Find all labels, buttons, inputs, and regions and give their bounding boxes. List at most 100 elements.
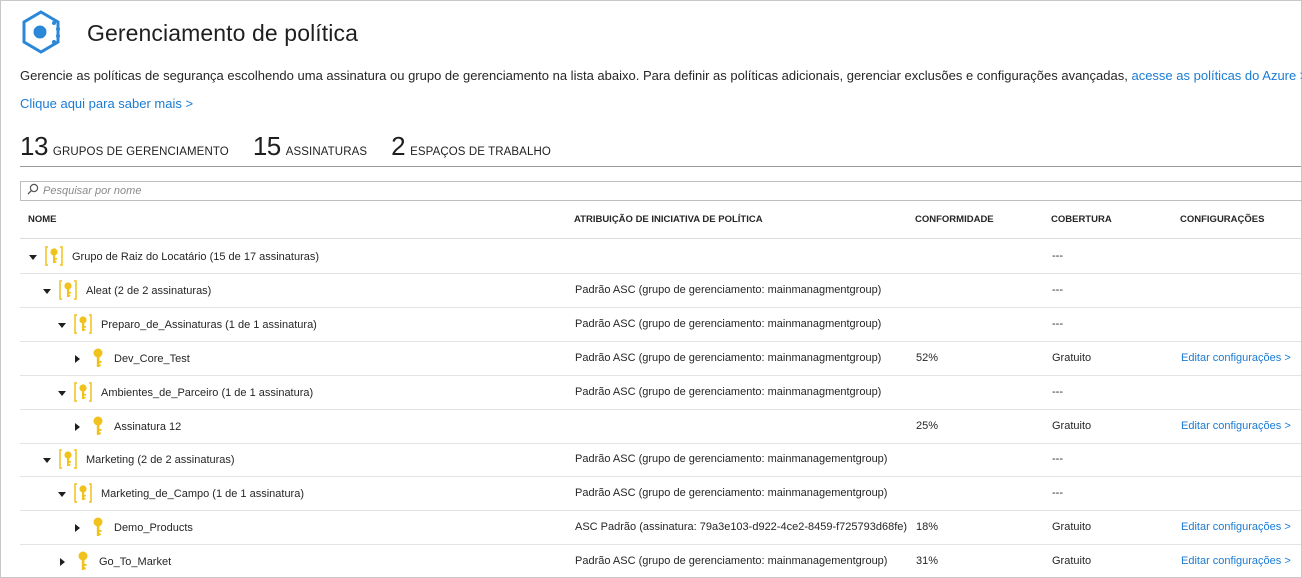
management-group-key-icon — [73, 313, 93, 338]
tree-cell: Preparo_de_Assinaturas (1 de 1 assinatur… — [55, 308, 317, 342]
edit-settings-link[interactable]: Editar configurações > — [1181, 521, 1291, 533]
stat-label: Grupos de gerenciamento — [52, 146, 229, 158]
search-box[interactable] — [20, 181, 1302, 201]
row-assignment: Padrão ASC (grupo de gerenciamento: main… — [575, 352, 882, 364]
row-assignment: Padrão ASC (grupo de gerenciamento: main… — [575, 487, 888, 499]
caret-down-icon[interactable] — [55, 318, 69, 332]
caret-right-icon[interactable] — [55, 555, 69, 569]
row-compliance: 52% — [916, 352, 939, 364]
stat-management-groups: 13 Grupos de gerenciamento — [20, 131, 229, 162]
summary-stats: 13 Grupos de gerenciamento 15 Assinatura… — [20, 131, 575, 162]
row-name: Grupo de Raiz do Locatário (15 de 17 ass… — [72, 251, 320, 263]
stats-divider — [20, 166, 1301, 167]
azure-policies-link[interactable]: acesse as políticas do Azure > — [1131, 68, 1302, 83]
row-compliance: 25% — [916, 420, 939, 432]
table-row[interactable]: Marketing_de_Campo (1 de 1 assinatura) P… — [20, 477, 1301, 511]
table-row[interactable]: Aleat (2 de 2 assinaturas) Padrão ASC (g… — [20, 274, 1301, 308]
security-center-icon — [21, 9, 65, 57]
row-coverage: --- — [1052, 487, 1063, 499]
column-header-name[interactable]: Nome — [28, 214, 57, 225]
tree-cell: Marketing (2 de 2 assinaturas) — [40, 443, 235, 477]
row-name: Demo_Products — [114, 522, 193, 534]
row-name: Dev_Core_Test — [114, 353, 190, 365]
edit-settings-link[interactable]: Editar configurações > — [1181, 352, 1291, 364]
caret-down-icon[interactable] — [40, 453, 54, 467]
tree-cell: Grupo de Raiz do Locatário (15 de 17 ass… — [26, 240, 319, 274]
stat-count: 13 — [20, 131, 48, 161]
row-compliance: 31% — [916, 555, 939, 567]
stat-label: Espaços de trabalho — [410, 146, 551, 158]
stat-subscriptions: 15 Assinaturas — [253, 131, 367, 162]
management-group-key-icon — [44, 245, 64, 270]
page-header: Gerenciamento de política — [21, 9, 358, 57]
table-row[interactable]: Grupo de Raiz do Locatário (15 de 17 ass… — [20, 240, 1301, 274]
row-coverage: --- — [1052, 386, 1063, 398]
row-coverage: --- — [1052, 318, 1063, 330]
table-header: Nome Atribuição de iniciativa de polític… — [20, 201, 1301, 239]
policy-management-panel: Gerenciamento de política Gerencie as po… — [0, 0, 1302, 578]
caret-right-icon[interactable] — [70, 521, 84, 535]
row-assignment: Padrão ASC (grupo de gerenciamento: main… — [575, 453, 888, 465]
search-icon — [27, 182, 39, 200]
column-header-settings[interactable]: Configurações — [1180, 214, 1264, 225]
column-header-assignment[interactable]: Atribuição de iniciativa de política — [574, 214, 763, 225]
subscription-key-icon — [90, 347, 106, 372]
subscription-key-icon — [90, 516, 106, 541]
caret-right-icon[interactable] — [70, 352, 84, 366]
description-text: Gerencie as políticas de segurança escol… — [20, 68, 1128, 83]
management-group-key-icon — [73, 482, 93, 507]
learn-more-link[interactable]: Clique aqui para saber mais > — [20, 96, 193, 111]
row-name: Assinatura 12 — [114, 421, 182, 433]
stat-count: 2 — [391, 131, 406, 161]
row-coverage: Gratuito — [1052, 420, 1092, 432]
tree-cell: Assinatura 12 — [70, 410, 181, 444]
tree-cell: Demo_Products — [70, 511, 193, 545]
row-name: Preparo_de_Assinaturas (1 de 1 assinatur… — [101, 319, 317, 331]
row-assignment: ASC Padrão (assinatura: 79a3e103-d922-4c… — [575, 521, 908, 533]
edit-settings-link[interactable]: Editar configurações > — [1181, 420, 1291, 432]
stat-count: 15 — [252, 131, 281, 161]
column-header-compliance[interactable]: Conformidade — [915, 214, 994, 225]
caret-right-icon[interactable] — [70, 420, 84, 434]
row-name: Aleat (2 de 2 assinaturas) — [86, 285, 212, 297]
table-row[interactable]: Demo_Products ASC Padrão (assinatura: 79… — [20, 511, 1301, 545]
row-coverage: Gratuito — [1052, 521, 1092, 533]
tree-cell: Marketing_de_Campo (1 de 1 assinatura) — [55, 477, 304, 511]
management-group-key-icon — [58, 448, 78, 473]
column-header-coverage[interactable]: Cobertura — [1051, 214, 1112, 225]
subscription-key-icon — [90, 415, 106, 440]
row-name: Marketing_de_Campo (1 de 1 assinatura) — [101, 488, 305, 500]
row-assignment: Padrão ASC (grupo de gerenciamento: main… — [575, 318, 882, 330]
row-coverage: Gratuito — [1052, 555, 1092, 567]
table-row[interactable]: Go_To_Market Padrão ASC (grupo de gerenc… — [20, 545, 1301, 578]
row-assignment: Padrão ASC (grupo de gerenciamento: main… — [575, 386, 882, 398]
table-row[interactable]: Dev_Core_Test Padrão ASC (grupo de geren… — [20, 342, 1301, 376]
row-name: Go_To_Market — [99, 556, 172, 568]
row-assignment: Padrão ASC (grupo de gerenciamento: main… — [575, 284, 882, 296]
table-row[interactable]: Preparo_de_Assinaturas (1 de 1 assinatur… — [20, 308, 1301, 342]
caret-down-icon[interactable] — [26, 250, 40, 264]
row-compliance: 18% — [916, 521, 939, 533]
table-row[interactable]: Ambientes_de_Parceiro (1 de 1 assinatura… — [20, 376, 1301, 410]
page-title: Gerenciamento de política — [87, 19, 358, 46]
row-name: Ambientes_de_Parceiro (1 de 1 assinatura… — [101, 387, 314, 399]
edit-settings-link[interactable]: Editar configurações > — [1181, 555, 1291, 567]
tree-cell: Ambientes_de_Parceiro (1 de 1 assinatura… — [55, 376, 313, 410]
search-input[interactable] — [43, 185, 643, 197]
table-row[interactable]: Marketing (2 de 2 assinaturas) Padrão AS… — [20, 443, 1301, 477]
management-group-key-icon — [73, 381, 93, 406]
row-assignment: Padrão ASC (grupo de gerenciamento: main… — [575, 555, 888, 567]
stat-label: Assinaturas — [285, 146, 368, 158]
tree-cell: Go_To_Market — [55, 545, 171, 578]
caret-down-icon[interactable] — [55, 386, 69, 400]
caret-down-icon[interactable] — [40, 284, 54, 298]
row-coverage: --- — [1052, 284, 1063, 296]
row-coverage: --- — [1052, 250, 1063, 262]
stat-workspaces: 2 Espaços de trabalho — [391, 131, 551, 162]
subscription-key-icon — [75, 550, 91, 575]
row-name: Marketing (2 de 2 assinaturas) — [86, 454, 235, 466]
table-row[interactable]: Assinatura 12 25% Gratuito Editar config… — [20, 410, 1301, 444]
caret-down-icon[interactable] — [55, 487, 69, 501]
tree-cell: Aleat (2 de 2 assinaturas) — [40, 274, 211, 308]
tree-cell: Dev_Core_Test — [70, 342, 190, 376]
